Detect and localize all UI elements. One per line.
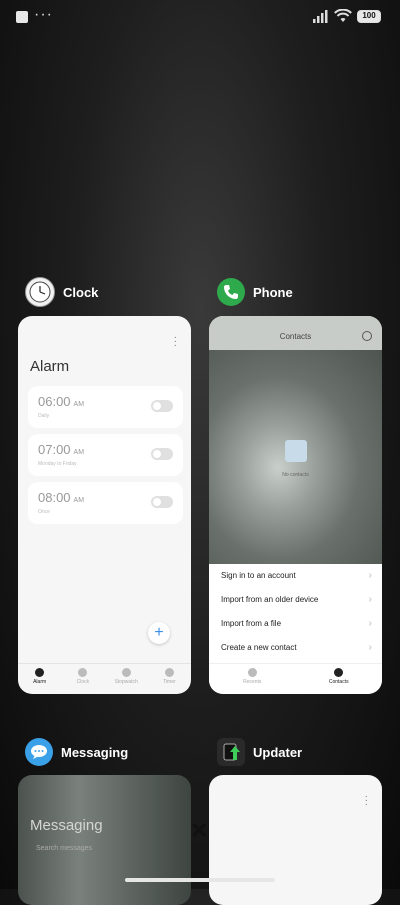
alarm-row: 07:00 AM Monday to Friday [28,434,183,476]
phone-app-card[interactable]: Contacts No contacts Sign in to an accou… [209,316,382,694]
alarm-time: 08:00 [38,490,71,505]
alarm-repeat: Once [38,509,50,515]
phone-icon [247,668,257,677]
clock-bottom-nav: Alarm Clock Stopwatch Timer [18,663,191,694]
alarm-row: 06:00 AM Daily [28,386,183,428]
empty-contacts-text: No contacts [282,472,309,478]
battery-indicator: 100 [357,10,381,23]
more-notifications-icon: ··· [34,6,53,23]
add-alarm-button: + [148,622,170,644]
alarm-toggle [151,448,173,460]
chevron-right-icon: › [368,594,372,605]
contacts-title: Contacts [279,332,312,341]
messaging-app-name: Messaging [61,744,129,760]
updater-app-icon [217,738,245,766]
nav-recents: Recents [209,664,296,694]
contacts-list-area: No contacts [209,350,382,564]
contacts-options-menu: Sign in to an account › Import from an ol… [209,564,382,660]
nav-stopwatch: Stopwatch [105,664,148,694]
nav-timer: Timer [148,664,191,694]
notification-icon [16,11,28,23]
settings-icon [362,331,372,341]
clock-app-header[interactable]: Clock [25,277,98,307]
home-indicator[interactable] [125,878,275,882]
alarm-time: 06:00 [38,394,71,409]
menu-item-create-contact: Create a new contact › [209,636,382,660]
messaging-app-icon [25,738,53,766]
updater-app-header[interactable]: Updater [217,737,302,767]
clock-app-name: Clock [63,284,99,300]
contacts-header: Contacts [209,316,382,350]
clock-screen-title: Alarm [30,358,70,375]
signal-icon [313,10,328,23]
alarm-row: 08:00 AM Once [28,482,183,524]
messaging-app-header[interactable]: Messaging [25,737,128,767]
nav-contacts: Contacts [296,664,383,694]
contact-card-icon [285,440,307,462]
wifi-icon [334,9,352,22]
chevron-right-icon: › [368,618,372,629]
alarm-repeat: Daily [38,413,50,419]
alarm-ampm: AM [73,401,85,408]
alarm-ampm: AM [73,449,85,456]
status-bar: ··· 100 [0,0,400,36]
phone-app-name: Phone [253,284,293,300]
hourglass-icon [164,668,174,677]
alarm-repeat: Monday to Friday [38,461,77,467]
menu-item-import-device: Import from an older device › [209,588,382,612]
updater-app-card[interactable]: · · · [209,775,382,905]
clock-app-card[interactable]: · · · Alarm 06:00 AM Daily 07:00 AM Monday t… [18,316,191,694]
more-options-icon: · · · [364,791,368,810]
stopwatch-icon [121,668,131,677]
alarm-ampm: AM [73,497,85,504]
phone-bottom-nav: Recents Contacts [209,663,382,694]
nav-clock: Clock [61,664,104,694]
chevron-right-icon: › [368,642,372,653]
messaging-app-card[interactable]: Messaging Search messages [18,775,191,905]
more-options-icon: · · · [173,332,177,351]
clock-icon [78,668,88,677]
clear-all-button[interactable]: ✕ [190,818,208,844]
alarm-icon [35,668,45,677]
clock-app-icon [25,277,55,307]
phone-app-header[interactable]: Phone [217,277,293,307]
chevron-right-icon: › [368,570,372,581]
alarm-time: 07:00 [38,442,71,457]
updater-app-name: Updater [253,744,303,760]
phone-app-icon [217,278,245,306]
menu-item-import-file: Import from a file › [209,612,382,636]
messaging-screen-title: Messaging [30,817,103,834]
person-icon [334,668,344,677]
alarm-toggle [151,400,173,412]
message-search-field: Search messages [36,845,93,852]
alarm-toggle [151,496,173,508]
nav-alarm: Alarm [18,664,61,694]
menu-item-sign-in: Sign in to an account › [209,564,382,588]
